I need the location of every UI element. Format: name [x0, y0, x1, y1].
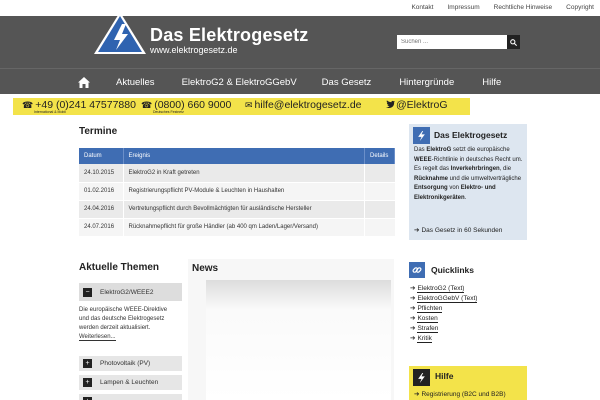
- cell-datum: 24.10.2015: [79, 164, 124, 183]
- sidebar-info-title: Das Elektrogesetz: [434, 130, 508, 140]
- phone-national-note: Deutsches Festnetz: [153, 110, 184, 114]
- arrow-right-icon: ➔: [414, 391, 420, 398]
- site-url: www.elektrogesetz.de: [150, 45, 238, 55]
- nav-aktuelles[interactable]: Aktuelles: [116, 77, 155, 88]
- accordion-item-elektrog2-weee2[interactable]: − ElektroG2/WEEE2: [79, 283, 182, 301]
- toplink-rechtliche-hinweise[interactable]: Rechtliche Hinweise: [494, 4, 553, 11]
- termine-heading: Termine: [79, 126, 118, 137]
- cell-details: [364, 182, 395, 201]
- hilfe-registrierung-link[interactable]: ➔ Registrierung (B2C und B2B): [414, 390, 506, 398]
- hilfe-title: Hilfe: [435, 371, 454, 381]
- top-links: Kontakt Impressum Rechtliche Hinweise Co…: [411, 4, 594, 11]
- quicklink-elektrog2[interactable]: ➔ ElektroG2 (Text): [410, 284, 477, 294]
- arrow-right-icon: ➔: [410, 315, 416, 322]
- plus-icon: +: [83, 378, 92, 387]
- twitter-icon: [386, 100, 395, 108]
- link-icon: [412, 267, 422, 273]
- gesetz-60-sekunden-link[interactable]: ➔ Das Gesetz in 60 Sekunden: [414, 226, 502, 234]
- arrow-right-icon: ➔: [410, 305, 416, 312]
- cell-details: [364, 200, 395, 219]
- news-heading: News: [192, 263, 219, 274]
- toplink-impressum[interactable]: Impressum: [447, 4, 479, 11]
- quicklink-pflichten[interactable]: ➔ Pflichten: [410, 304, 477, 314]
- search-form: [397, 35, 520, 49]
- sidebar-info-text: Das ElektroG setzt die europäische WEEE-…: [414, 147, 523, 201]
- cell-ereignis: Registrierungspflicht PV-Module & Leucht…: [123, 182, 365, 201]
- email-link[interactable]: ✉ hilfe@elektrogesetz.de: [245, 99, 362, 111]
- plus-icon: +: [83, 359, 92, 368]
- toplink-copyright[interactable]: Copyright: [566, 4, 594, 11]
- quicklink-strafen[interactable]: ➔ Strafen: [410, 324, 477, 334]
- quicklink-kosten[interactable]: ➔ Kosten: [410, 314, 477, 324]
- quicklinks-title: Quicklinks: [431, 265, 474, 275]
- table-row[interactable]: 24.07.2016 Rücknahmepflicht für große Hä…: [79, 218, 395, 237]
- accordion-item-photovoltaik[interactable]: + Photovoltaik (PV): [79, 356, 182, 371]
- cell-datum: 24.07.2016: [79, 218, 124, 237]
- lightning-icon: [418, 130, 425, 141]
- table-row[interactable]: 01.02.2016 Registrierungspflicht PV-Modu…: [79, 182, 395, 201]
- accordion-label: ElektroG2/WEEE2: [100, 288, 154, 296]
- site-title[interactable]: Das Elektrogesetz: [150, 25, 308, 46]
- quicklink-kritik[interactable]: ➔ Kritik: [410, 334, 477, 344]
- main-nav: Aktuelles ElektroG2 & ElektroGGebV Das G…: [0, 68, 600, 94]
- envelope-icon: ✉: [245, 100, 253, 110]
- accordion-label: Lampen & Leuchten: [100, 379, 159, 386]
- accordion-text-line: und das deutsche Elektrogesetz: [79, 316, 165, 322]
- lightning-icon: [418, 372, 425, 383]
- accordion-content: Die europäische WEEE-Direktive und das d…: [79, 306, 184, 342]
- hilfe-icon-box: [413, 369, 430, 386]
- accordion-text-line: werden derzeit aktualisiert.: [79, 325, 151, 331]
- search-input[interactable]: [397, 35, 507, 49]
- twitter-link[interactable]: @ElektroG: [386, 99, 448, 111]
- search-icon: [510, 38, 517, 46]
- accordion-item-lampen-leuchten[interactable]: + Lampen & Leuchten: [79, 375, 182, 390]
- column-details[interactable]: Details: [364, 148, 395, 164]
- nav-hintergruende[interactable]: Hintergründe: [399, 77, 454, 88]
- cell-ereignis: Rücknahmepflicht für große Händler (ab 4…: [123, 218, 365, 237]
- phone-icon: ☎: [22, 100, 34, 110]
- cell-datum: 01.02.2016: [79, 182, 124, 201]
- arrow-right-icon: ➔: [410, 325, 416, 332]
- termine-table: Datum Ereignis Details 24.10.2015 Elektr…: [79, 148, 395, 237]
- cell-ereignis: ElektroG2 in Kraft getreten: [123, 164, 365, 183]
- nav-hilfe[interactable]: Hilfe: [482, 77, 501, 88]
- phone-icon: ☎: [141, 100, 153, 110]
- cell-details: [364, 164, 395, 183]
- minus-icon: −: [83, 287, 92, 297]
- phone-international-note: International & Mobil: [34, 110, 66, 114]
- column-datum[interactable]: Datum: [79, 148, 124, 164]
- quicklinks-icon-box: [409, 262, 425, 278]
- arrow-right-icon: ➔: [410, 295, 416, 302]
- quicklinks-list: ➔ ElektroG2 (Text) ➔ ElektroGGebV (Text) ➔…: [410, 284, 478, 344]
- accordion-label: Photovoltaik (PV): [100, 360, 151, 367]
- table-row[interactable]: 24.04.2016 Vertretungspflicht durch Bevo…: [79, 200, 395, 219]
- home-icon[interactable]: [78, 76, 90, 88]
- column-ereignis[interactable]: Ereignis: [123, 148, 365, 164]
- arrow-right-icon: ➔: [414, 227, 420, 234]
- quicklink-elektroggebv[interactable]: ➔ ElektroGGebV (Text): [410, 294, 478, 304]
- cell-datum: 24.04.2016: [79, 200, 124, 219]
- news-slider[interactable]: [206, 280, 391, 400]
- cell-ereignis: Vertretungspflicht durch Bevollmächtigte…: [123, 200, 365, 219]
- nav-das-gesetz[interactable]: Das Gesetz: [322, 77, 372, 88]
- info-icon-box: [413, 127, 430, 144]
- weiterlesen-link[interactable]: Weiterlesen...: [79, 334, 116, 341]
- arrow-right-icon: ➔: [410, 285, 416, 292]
- aktuelle-themen-heading: Aktuelle Themen: [79, 262, 160, 273]
- table-row[interactable]: 24.10.2015 ElektroG2 in Kraft getreten: [79, 164, 395, 183]
- cell-details: [364, 218, 395, 237]
- toplink-kontakt[interactable]: Kontakt: [411, 4, 433, 11]
- nav-elektrog2[interactable]: ElektroG2 & ElektroGGebV: [182, 77, 297, 88]
- top-bar: Kontakt Impressum Rechtliche Hinweise Co…: [0, 0, 600, 16]
- warning-lightning-icon[interactable]: [92, 10, 148, 56]
- search-button[interactable]: [507, 35, 520, 49]
- arrow-right-icon: ➔: [410, 335, 416, 342]
- accordion-item-partial[interactable]: +: [79, 394, 182, 400]
- table-header-row: Datum Ereignis Details: [79, 148, 395, 164]
- accordion-text-line: Die europäische WEEE-Direktive: [79, 307, 168, 313]
